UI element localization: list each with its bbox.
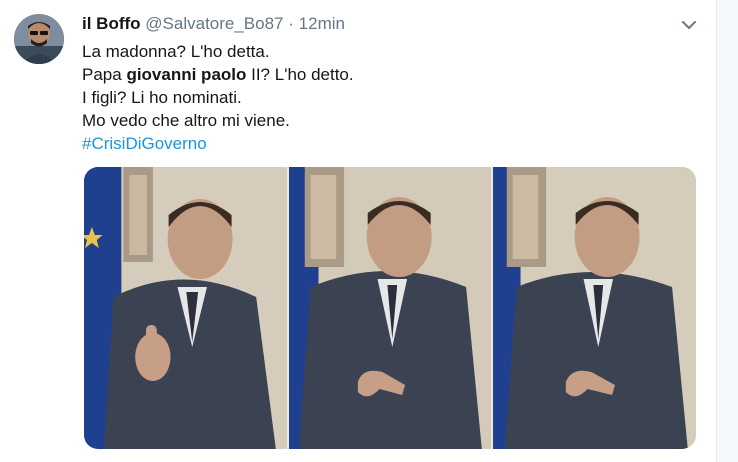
media-panel-1 xyxy=(84,167,287,449)
author-handle[interactable]: @Salvatore_Bo87 xyxy=(145,14,283,33)
tweet-line-2-bold: giovanni paolo xyxy=(126,65,247,84)
tweet-line-2-end: II? L'ho detto. xyxy=(246,65,354,84)
author-name[interactable]: il Boffo xyxy=(82,14,141,33)
tweet-line-1: La madonna? L'ho detta. xyxy=(82,42,270,61)
tweet-line-2-start: Papa xyxy=(82,65,127,84)
finger-gun-photo-2 xyxy=(493,167,696,449)
timeline-scroll-edge xyxy=(716,0,738,462)
tweet-header: il Boffo @Salvatore_Bo87 · 12min xyxy=(82,14,345,38)
header-separator: · xyxy=(288,14,294,33)
hashtag-link[interactable]: #CrisiDiGoverno xyxy=(82,132,682,155)
user-avatar-image xyxy=(14,14,64,64)
media-panel-2 xyxy=(286,167,492,449)
media-panel-3 xyxy=(491,167,696,449)
tweet[interactable]: il Boffo @Salvatore_Bo87 · 12min La mado… xyxy=(0,0,738,462)
tweet-media[interactable] xyxy=(84,167,696,449)
chevron-down-icon[interactable] xyxy=(680,16,698,34)
tweet-line-2: Papa giovanni paolo II? L'ho detto. xyxy=(82,63,682,86)
avatar[interactable] xyxy=(14,14,64,64)
tweet-timestamp[interactable]: 12min xyxy=(299,14,345,33)
tweet-line-3: I figli? Li ho nominati. xyxy=(82,88,242,107)
thumbs-up-photo xyxy=(84,167,287,449)
tweet-line-4: Mo vedo che altro mi viene. xyxy=(82,111,290,130)
finger-gun-photo-1 xyxy=(288,167,492,449)
tweet-text: La madonna? L'ho detta. Papa giovanni pa… xyxy=(82,40,682,155)
